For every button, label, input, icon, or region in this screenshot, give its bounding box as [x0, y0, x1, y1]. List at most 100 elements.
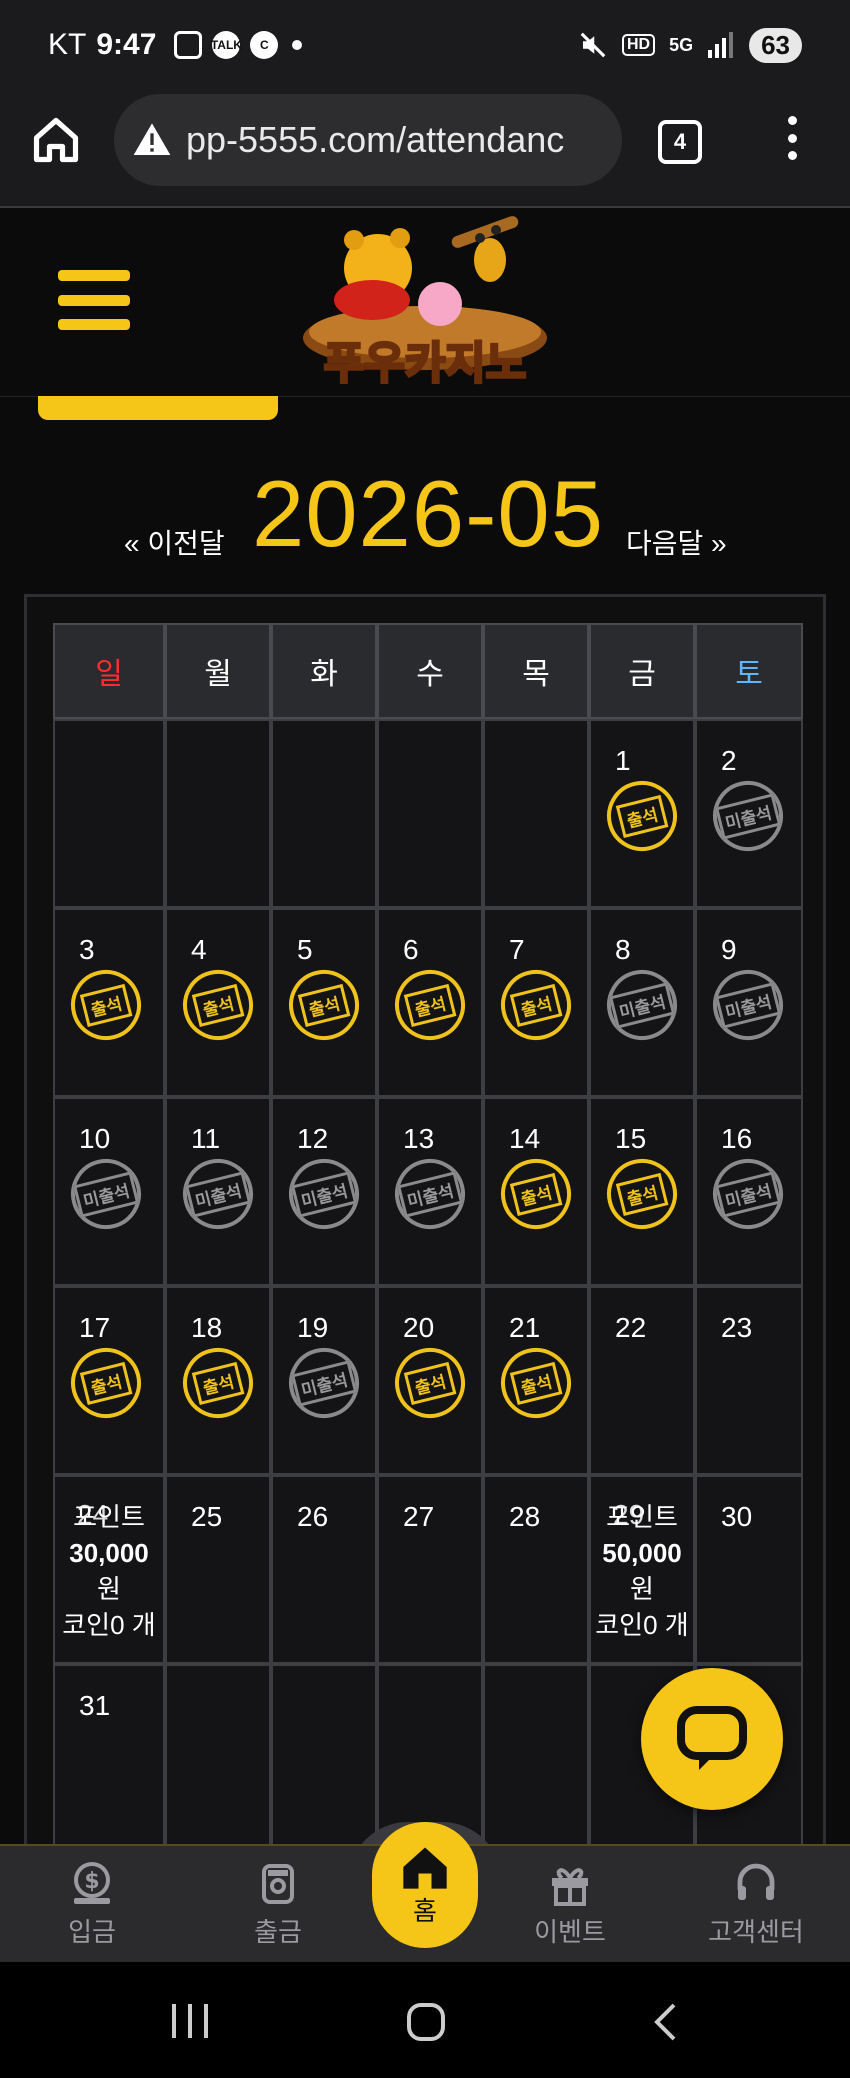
status-bar: KT 9:47 TALK C HD 5G 63: [0, 0, 850, 90]
calendar-day-29: 포인트 50,000 원 코인0 개 29: [589, 1475, 695, 1664]
calendar-day-9: 9 미출석: [695, 908, 803, 1097]
calendar-day-30: 30: [695, 1475, 803, 1664]
calendar-day-23: 23: [695, 1286, 803, 1475]
calendar-day-8: 8 미출석: [589, 908, 695, 1097]
calendar-day-19: 19 미출석: [271, 1286, 377, 1475]
weekday-sat: 토: [695, 623, 803, 719]
stamp-label: 출석: [616, 1172, 668, 1216]
day-number: 17: [79, 1312, 111, 1343]
stamp-label: 출석: [192, 983, 244, 1027]
stamp-label: 미출석: [714, 1170, 782, 1218]
calendar-day-31: 31: [53, 1664, 165, 1853]
calendar-day-13: 13 미출석: [377, 1097, 483, 1286]
calendar-empty-cell: [483, 719, 589, 908]
site-logo[interactable]: 푸우카지노: [290, 216, 560, 391]
calendar-empty-cell: [53, 719, 165, 908]
prev-month-link[interactable]: « 이전달: [124, 522, 225, 562]
day-number: 6: [403, 934, 419, 965]
stamp-label: 출석: [192, 1361, 244, 1405]
nav-event[interactable]: 이벤트: [510, 1860, 630, 1949]
nav-deposit[interactable]: $ 입금: [32, 1860, 152, 1949]
day-number: 8: [615, 934, 631, 965]
deposit-icon: $: [74, 1862, 110, 1904]
day-number: 22: [615, 1312, 647, 1343]
calendar-day-24: 포인트 30,000 원 코인0 개 24: [53, 1475, 165, 1664]
headset-icon: [737, 1863, 775, 1900]
nav-support[interactable]: 고객센터: [696, 1860, 816, 1949]
calendar-week-row: 10 미출석 11 미출석 12 미출석 13 미출석 14 출석 15 출석 16 미출석: [53, 1097, 803, 1286]
attended-stamp-icon: 출석: [63, 1340, 149, 1426]
browser-toolbar: pp-5555.com/attendanc 4: [0, 90, 850, 208]
calendar-day-3: 3 출석: [53, 908, 165, 1097]
calendar-day-17: 17 출석: [53, 1286, 165, 1475]
signal-icon: [708, 32, 734, 58]
system-navigation-bar: [0, 1962, 850, 2078]
day-number: 28: [509, 1501, 541, 1532]
nav-home[interactable]: 홈: [372, 1822, 478, 1948]
chat-button[interactable]: [641, 1668, 783, 1810]
stamp-label: 출석: [80, 1361, 132, 1405]
calendar-week-row: 3 출석 4 출석 5 출석 6 출석 7 출석 8 미출석 9 미출석: [53, 908, 803, 1097]
current-month: 2026-05: [252, 461, 604, 566]
nav-support-label: 고객센터: [708, 1917, 804, 1947]
attended-stamp-icon: 출석: [387, 1340, 473, 1426]
warning-icon: [133, 123, 171, 155]
stamp-label: 출석: [510, 1361, 562, 1405]
calendar-day-11: 11 미출석: [165, 1097, 271, 1286]
browser-home-icon[interactable]: [30, 114, 82, 166]
calendar-day-25: 25: [165, 1475, 271, 1664]
calendar-week-row: 1 출석 2 미출석: [53, 719, 803, 908]
more-menu-icon[interactable]: [780, 116, 804, 160]
weekday-tue: 화: [271, 623, 377, 719]
system-home-icon[interactable]: [406, 2002, 446, 2042]
calendar-day-12: 12 미출석: [271, 1097, 377, 1286]
hamburger-menu-icon[interactable]: [58, 270, 130, 330]
stamp-label: 출석: [298, 983, 350, 1027]
calendar-day-10: 10 미출석: [53, 1097, 165, 1286]
calendar-day-16: 16 미출석: [695, 1097, 803, 1286]
absent-stamp-icon: 미출석: [599, 962, 685, 1048]
reward-line: 원: [97, 1574, 121, 1604]
absent-stamp-icon: 미출석: [175, 1151, 261, 1237]
day-number: 27: [403, 1501, 435, 1532]
mute-icon: [580, 32, 606, 58]
day-number: 23: [721, 1312, 753, 1343]
calendar-day-14: 14 출석: [483, 1097, 589, 1286]
nav-withdraw-label: 출금: [254, 1917, 302, 1947]
calendar-day-28: 28: [483, 1475, 589, 1664]
calendar-day-26: 26: [271, 1475, 377, 1664]
attended-stamp-icon: 출석: [281, 962, 367, 1048]
calendar-day-7: 7 출석: [483, 908, 589, 1097]
site-header: 푸우카지노: [0, 208, 850, 397]
weekday-fri: 금: [589, 623, 695, 719]
calendar-day-27: 27: [377, 1475, 483, 1664]
attended-stamp-icon: 출석: [63, 962, 149, 1048]
stamp-label: 출석: [510, 983, 562, 1027]
weekday-wed: 수: [377, 623, 483, 719]
next-month-link[interactable]: 다음달 »: [626, 522, 727, 562]
partial-yellow-button[interactable]: [38, 396, 278, 420]
day-number: 25: [191, 1501, 223, 1532]
calendar-empty-cell: [377, 719, 483, 908]
weekday-sun: 일: [53, 623, 165, 719]
day-number: 19: [297, 1312, 329, 1343]
talk-icon: TALK: [211, 31, 242, 59]
address-bar[interactable]: pp-5555.com/attendanc: [114, 94, 622, 186]
absent-stamp-icon: 미출석: [281, 1340, 367, 1426]
attended-stamp-icon: 출석: [175, 1340, 261, 1426]
calendar-day-20: 20 출석: [377, 1286, 483, 1475]
calendar-empty-cell: [271, 1664, 377, 1853]
day-number: 14: [509, 1123, 541, 1154]
stamp-label: 미출석: [290, 1170, 358, 1218]
nav-withdraw[interactable]: 출금: [218, 1860, 338, 1949]
calendar-week-row: 17 출석 18 출석 19 미출석 20 출석 21 출석 22 23: [53, 1286, 803, 1475]
back-icon[interactable]: [652, 2002, 678, 2042]
stamp-label: 출석: [404, 1361, 456, 1405]
weekday-mon: 월: [165, 623, 271, 719]
stamp-label: 미출석: [184, 1170, 252, 1218]
reward-line: 30,000: [69, 1538, 149, 1568]
recent-apps-icon[interactable]: [170, 2002, 210, 2040]
network-label: 5G: [669, 34, 694, 55]
tab-switcher-button[interactable]: 4: [658, 120, 702, 164]
calendar-day-5: 5 출석: [271, 908, 377, 1097]
